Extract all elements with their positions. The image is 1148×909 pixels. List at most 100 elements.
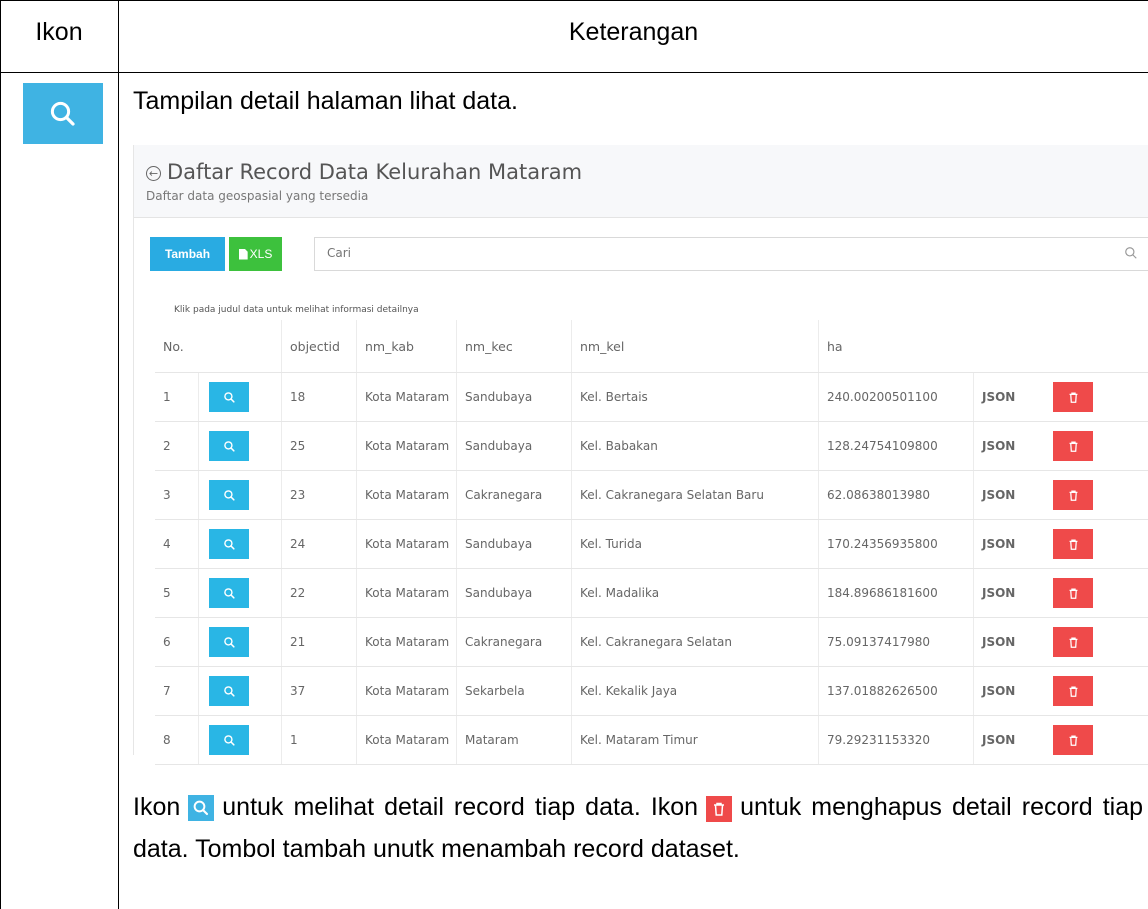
cell-ha: 128.24754109800: [818, 422, 973, 470]
header-ikon: Ikon: [35, 18, 83, 46]
col-header-objectid: objectid: [281, 320, 356, 372]
table-row: 7 37 Kota Mataram Sekarbela Kel. Kekalik Jay…: [155, 667, 1148, 716]
table-row: 1 18 Kota Mataram Sandubaya Kel. Bertais 240.…: [155, 373, 1148, 422]
objectid-link[interactable]: 23: [281, 471, 356, 519]
cell-delete: [1043, 520, 1148, 568]
xls-export-button[interactable]: XLS: [229, 237, 282, 271]
intro-text: Tampilan detail halaman lihat data.: [133, 87, 518, 115]
cell-view: [198, 373, 281, 421]
add-button[interactable]: Tambah: [150, 237, 225, 271]
search-icon[interactable]: [209, 529, 249, 559]
objectid-link[interactable]: 1: [281, 716, 356, 764]
cell-nm-kel: Kel. Cakranegara Selatan: [571, 618, 818, 666]
cell-no: 3: [163, 488, 171, 502]
cell-ha: 75.09137417980: [818, 618, 973, 666]
cell-delete: [1043, 373, 1148, 421]
header-keterangan: Keterangan: [568, 18, 699, 46]
json-link[interactable]: JSON: [973, 716, 1043, 764]
doc-column-divider: [118, 0, 119, 909]
cell-nm-kab: Kota Mataram: [356, 373, 456, 421]
trash-icon[interactable]: [1053, 725, 1093, 755]
cell-nm-kel: Kel. Mataram Timur: [571, 716, 818, 764]
search-icon[interactable]: [209, 480, 249, 510]
objectid-link[interactable]: 18: [281, 373, 356, 421]
cell-ha: 62.08638013980: [818, 471, 973, 519]
objectid-link[interactable]: 24: [281, 520, 356, 568]
cell-delete: [1043, 471, 1148, 519]
table-row: 2 25 Kota Mataram Sandubaya Kel. Babakan 128.…: [155, 422, 1148, 471]
cell-view: [198, 569, 281, 617]
cell-nm-kec: Cakranegara: [456, 471, 571, 519]
cell-delete: [1043, 569, 1148, 617]
json-link[interactable]: JSON: [973, 471, 1043, 519]
col-header-nm-kel: nm_kel: [571, 320, 818, 372]
cell-delete: [1043, 667, 1148, 715]
json-link[interactable]: JSON: [973, 373, 1043, 421]
page-subtitle: Daftar data geospasial yang tersedia: [146, 189, 369, 203]
cell-no: 7: [163, 684, 171, 698]
cell-nm-kec: Sandubaya: [456, 520, 571, 568]
cell-nm-kab: Kota Mataram: [356, 422, 456, 470]
json-link[interactable]: JSON: [973, 569, 1043, 617]
table-row: 8 1 Kota Mataram Mataram Kel. Mataram Timur 7…: [155, 716, 1148, 765]
search-input[interactable]: [327, 246, 1027, 260]
search-icon: [23, 83, 103, 144]
trash-icon[interactable]: [1053, 382, 1093, 412]
cell-ha: 170.24356935800: [818, 520, 973, 568]
trash-icon[interactable]: [1053, 676, 1093, 706]
json-link[interactable]: JSON: [973, 520, 1043, 568]
trash-icon[interactable]: [1053, 431, 1093, 461]
trash-icon[interactable]: [1053, 627, 1093, 657]
col-header-ha: ha: [818, 320, 973, 372]
cell-no: 1: [163, 390, 171, 404]
table-header-row: No. objectid nm_kab nm_kec nm_kel ha: [155, 320, 1148, 373]
cell-no: 8: [163, 733, 171, 747]
objectid-link[interactable]: 25: [281, 422, 356, 470]
cell-delete: [1043, 716, 1148, 764]
search-icon[interactable]: [1124, 246, 1138, 265]
cell-nm-kab: Kota Mataram: [356, 618, 456, 666]
table-row: 3 23 Kota Mataram Cakranegara Kel. Cakranega…: [155, 471, 1148, 520]
search-icon[interactable]: [209, 382, 249, 412]
desc-part-2: untuk melihat detail record tiap data. I…: [222, 793, 699, 821]
cell-delete: [1043, 422, 1148, 470]
search-icon[interactable]: [209, 676, 249, 706]
cell-nm-kec: Sandubaya: [456, 373, 571, 421]
doc-border-left: [0, 0, 1, 909]
trash-icon[interactable]: [1053, 529, 1093, 559]
cell-nm-kel: Kel. Turida: [571, 520, 818, 568]
trash-icon[interactable]: [1053, 480, 1093, 510]
search-box[interactable]: [314, 237, 1148, 271]
search-icon[interactable]: [209, 725, 249, 755]
search-icon[interactable]: [209, 578, 249, 608]
col-header-json: [973, 320, 1043, 372]
cell-no: 2: [163, 439, 171, 453]
json-link[interactable]: JSON: [973, 667, 1043, 715]
desc-part-1: Ikon: [133, 793, 181, 821]
json-link[interactable]: JSON: [973, 618, 1043, 666]
cell-view: [198, 716, 281, 764]
objectid-link[interactable]: 22: [281, 569, 356, 617]
cell-nm-kel: Kel. Madalika: [571, 569, 818, 617]
cell-nm-kel: Kel. Babakan: [571, 422, 818, 470]
objectid-link[interactable]: 21: [281, 618, 356, 666]
app-screenshot: ← Daftar Record Data Kelurahan Mataram Da…: [133, 145, 1148, 765]
search-icon[interactable]: [209, 627, 249, 657]
cell-ha: 137.01882626500: [818, 667, 973, 715]
objectid-link[interactable]: 37: [281, 667, 356, 715]
col-header-delete: [1043, 320, 1148, 372]
cell-nm-kab: Kota Mataram: [356, 667, 456, 715]
circle-arrow-left-icon[interactable]: ←: [146, 166, 161, 181]
page-title-text: Daftar Record Data Kelurahan Mataram: [167, 160, 583, 184]
col-header-no: No.: [163, 338, 184, 354]
cell-view: [198, 471, 281, 519]
cell-nm-kec: Cakranegara: [456, 618, 571, 666]
description-text: Ikon untuk melihat detail record tiap dat…: [133, 786, 1143, 870]
search-icon[interactable]: [209, 431, 249, 461]
trash-icon[interactable]: [1053, 578, 1093, 608]
json-link[interactable]: JSON: [973, 422, 1043, 470]
cell-nm-kel: Kel. Cakranegara Selatan Baru: [571, 471, 818, 519]
page-title: ← Daftar Record Data Kelurahan Mataram: [146, 160, 582, 184]
hint-text: Klik pada judul data untuk melihat infor…: [174, 305, 419, 315]
cell-delete: [1043, 618, 1148, 666]
